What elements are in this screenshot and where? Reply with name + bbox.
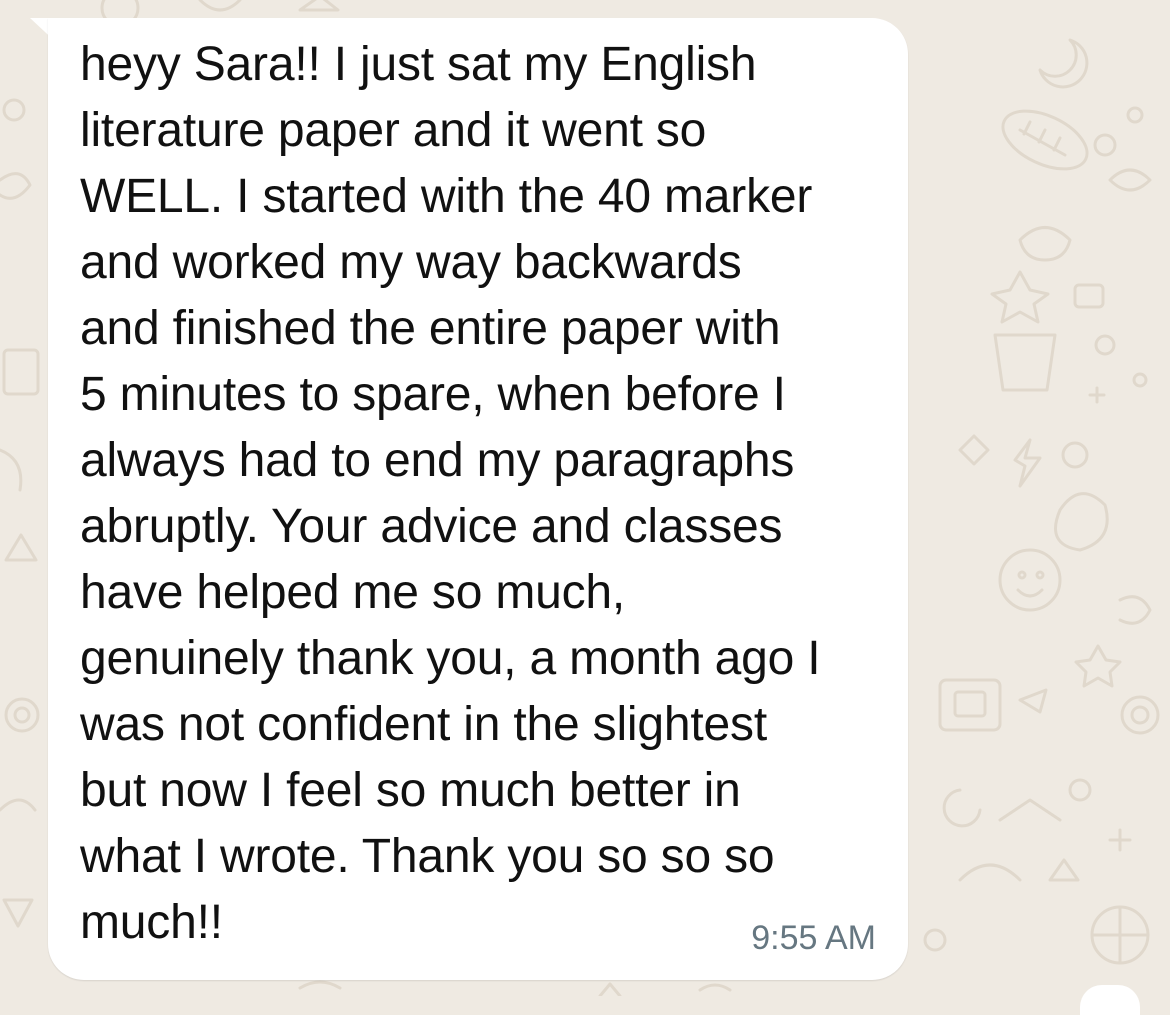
message-bubble[interactable]: heyy Sara!! I just sat my English litera… bbox=[48, 18, 908, 980]
message-text: heyy Sara!! I just sat my English litera… bbox=[80, 38, 821, 949]
message-timestamp: 9:55 AM bbox=[751, 919, 876, 957]
next-message-bubble-partial bbox=[1080, 985, 1140, 1015]
